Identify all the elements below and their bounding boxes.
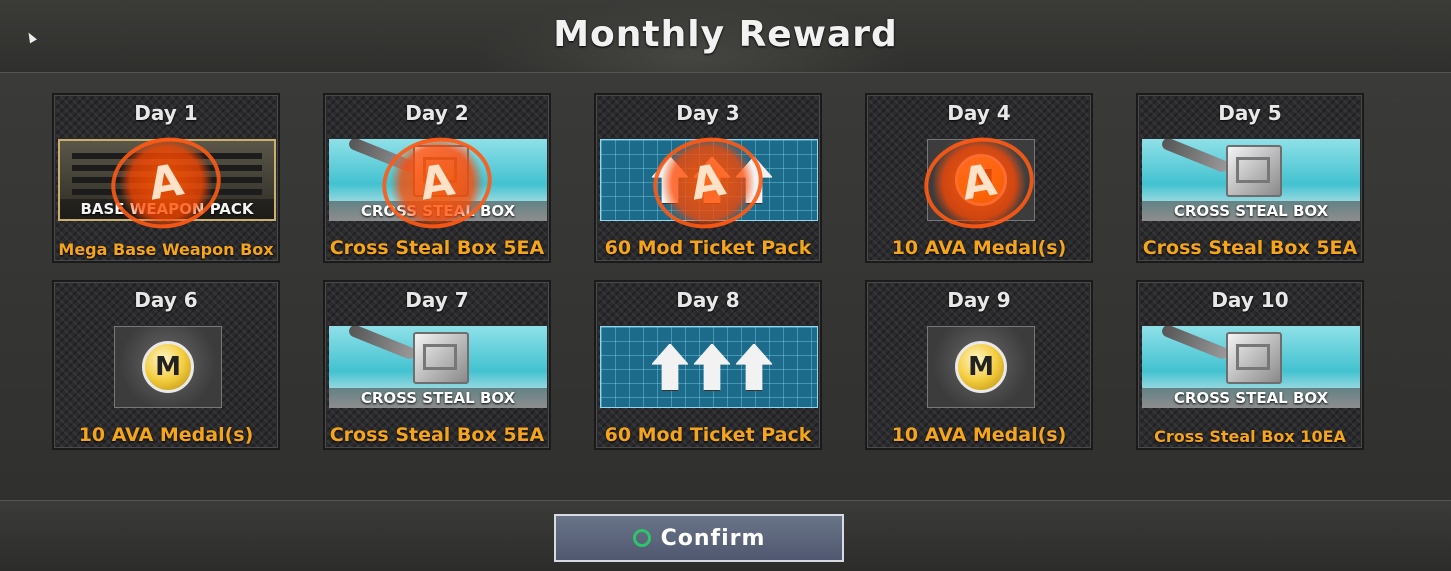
reward-name: Mega Base Weapon Box (58, 240, 274, 259)
reward-card-day-5: Day 5 CROSS STEAL BOX Cross Steal Box 5E… (1136, 93, 1364, 263)
rocket-icon (1160, 326, 1230, 361)
reward-grid: Day 1 BASE WEAPON PACK A Mega Base Weapo… (0, 73, 1451, 500)
dialog-title: Monthly Reward (553, 14, 898, 55)
reward-day-label: Day 10 (1211, 288, 1289, 312)
reward-card-day-8: Day 8 60 Mod Ticket Pack (594, 280, 822, 450)
reward-name: Cross Steal Box 10EA (1154, 427, 1346, 446)
reward-card-day-1: Day 1 BASE WEAPON PACK A Mega Base Weapo… (52, 93, 280, 263)
reward-name: Cross Steal Box 5EA (1142, 237, 1358, 259)
reward-day-label: Day 5 (1218, 101, 1282, 125)
reward-card-day-7: Day 7 CROSS STEAL BOX Cross Steal Box 5E… (323, 280, 551, 450)
cross-steal-box-image: CROSS STEAL BOX (329, 326, 547, 408)
reward-day-label: Day 1 (134, 101, 198, 125)
rocket-icon (1160, 139, 1230, 174)
ava-medal-icon: M (142, 341, 194, 393)
box-icon (1226, 332, 1282, 384)
confirm-button[interactable]: Confirm (554, 514, 844, 562)
box-icon (1226, 145, 1282, 197)
reward-name: 60 Mod Ticket Pack (604, 424, 812, 446)
reward-day-label: Day 3 (676, 101, 740, 125)
box-icon (413, 332, 469, 384)
reward-day-label: Day 6 (134, 288, 198, 312)
ava-medal-image: M (114, 326, 222, 408)
image-label: CROSS STEAL BOX (329, 388, 547, 408)
cross-steal-box-image: CROSS STEAL BOX (1142, 326, 1360, 408)
reward-day-label: Day 2 (405, 101, 469, 125)
reward-card-day-6: Day 6 M 10 AVA Medal(s) (52, 280, 280, 450)
cross-steal-box-image: CROSS STEAL BOX (1142, 139, 1360, 221)
reward-name: Cross Steal Box 5EA (329, 237, 545, 259)
reward-card-day-3: Day 3 A 60 Mod Ticket Pack (594, 93, 822, 263)
reward-card-day-10: Day 10 CROSS STEAL BOX Cross Steal Box 1… (1136, 280, 1364, 450)
reward-day-label: Day 4 (947, 101, 1011, 125)
rocket-icon (347, 326, 417, 361)
mod-ticket-image (600, 326, 818, 408)
image-label: CROSS STEAL BOX (1142, 388, 1360, 408)
circle-button-icon (632, 529, 651, 547)
image-label: CROSS STEAL BOX (1142, 201, 1360, 221)
reward-card-day-4: Day 4 M A 10 AVA Medal(s) (865, 93, 1093, 263)
reward-name: Cross Steal Box 5EA (329, 424, 545, 446)
reward-name: 60 Mod Ticket Pack (604, 237, 812, 259)
reward-name: 10 AVA Medal(s) (891, 424, 1067, 446)
reward-card-day-9: Day 9 M 10 AVA Medal(s) (865, 280, 1093, 450)
title-bar: Monthly Reward (0, 0, 1451, 73)
reward-card-day-2: Day 2 CROSS STEAL BOX A Cross Steal Box … (323, 93, 551, 263)
reward-name: 10 AVA Medal(s) (891, 237, 1067, 259)
mod-arrows-icon (651, 343, 773, 391)
reward-day-label: Day 8 (676, 288, 740, 312)
ava-medal-image: M (927, 326, 1035, 408)
ava-medal-icon: M (955, 341, 1007, 393)
reward-name: 10 AVA Medal(s) (78, 424, 254, 446)
confirm-label: Confirm (660, 525, 766, 551)
reward-day-label: Day 7 (405, 288, 469, 312)
reward-day-label: Day 9 (947, 288, 1011, 312)
